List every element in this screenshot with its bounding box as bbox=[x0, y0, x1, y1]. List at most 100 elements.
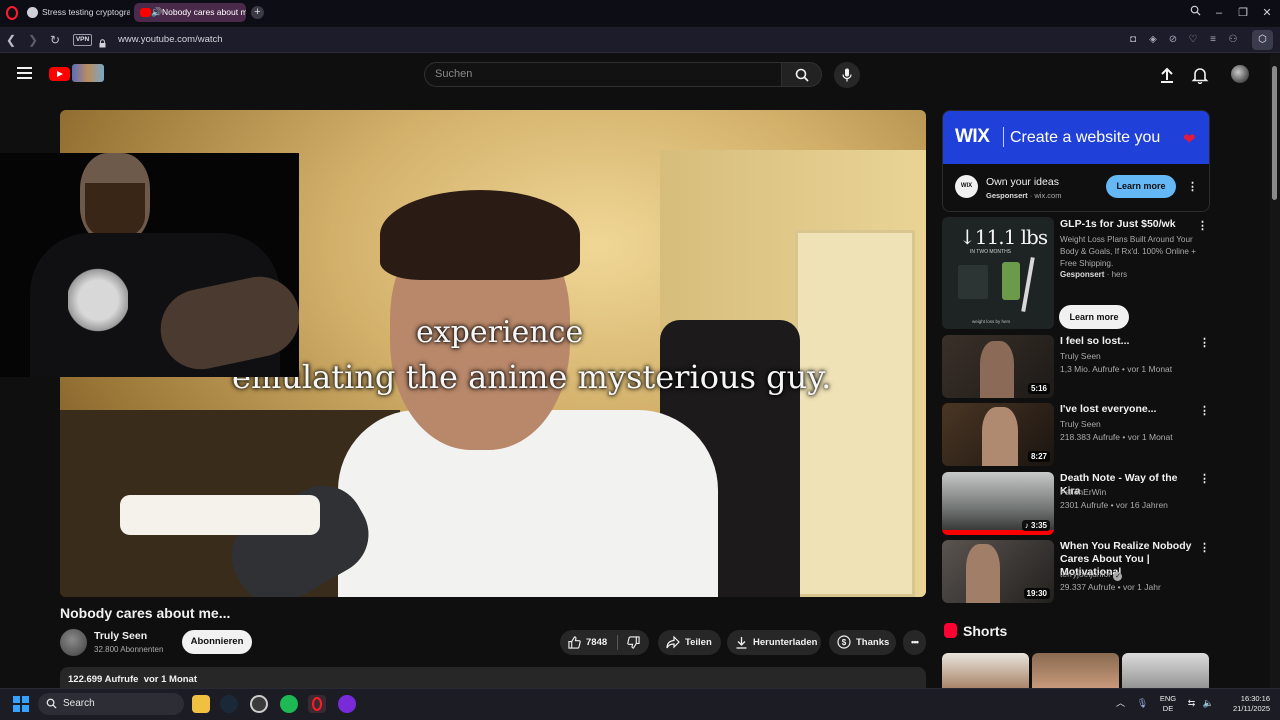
account-avatar[interactable] bbox=[1231, 65, 1249, 83]
speaker-icon[interactable]: 🔊 bbox=[151, 3, 162, 22]
notifications-bell-icon[interactable] bbox=[1191, 66, 1209, 85]
video-views: 1,3 Mio. Aufrufe bbox=[1060, 364, 1120, 374]
view-count: 122.699 Aufrufe bbox=[68, 674, 139, 685]
more-actions-icon[interactable]: ••• bbox=[903, 630, 926, 655]
reload-icon[interactable]: ↻ bbox=[47, 32, 63, 48]
download-button[interactable]: Herunterladen bbox=[727, 630, 821, 655]
back-icon[interactable]: ❮ bbox=[3, 32, 19, 48]
forward-icon[interactable]: ❯ bbox=[25, 32, 41, 48]
share-button[interactable]: Teilen bbox=[658, 630, 721, 655]
new-tab-button[interactable]: + bbox=[251, 6, 264, 19]
more-options-icon[interactable]: ⋮ bbox=[1199, 336, 1210, 350]
wix-ad-banner[interactable]: WIX Create a website you ❤ bbox=[943, 111, 1209, 164]
wix-learn-more-button[interactable]: Learn more bbox=[1106, 175, 1176, 198]
vpn-badge[interactable]: VPN bbox=[73, 34, 92, 46]
more-options-icon[interactable]: ⋮ bbox=[1199, 472, 1210, 486]
voice-search-button[interactable] bbox=[834, 62, 860, 88]
more-options-icon[interactable]: ⋮ bbox=[1197, 219, 1208, 233]
video-title-link[interactable]: I feel so lost... bbox=[1060, 335, 1195, 348]
video-duration: 8:27 bbox=[1027, 451, 1050, 462]
lock-icon[interactable] bbox=[99, 35, 106, 48]
scrollbar-thumb[interactable] bbox=[1272, 66, 1277, 200]
channel-name[interactable]: Truly Seen bbox=[94, 630, 147, 642]
video-channel[interactable]: Truly Seen bbox=[1060, 419, 1101, 429]
github-desktop-icon[interactable] bbox=[250, 695, 268, 713]
video-thumbnail[interactable]: ♪ 3:35 bbox=[942, 472, 1054, 535]
restore-icon[interactable]: ❐ bbox=[1235, 5, 1251, 21]
glp-ad-title[interactable]: GLP-1s for Just $50/wk bbox=[1060, 218, 1176, 230]
volume-icon[interactable]: 🔈 bbox=[1202, 697, 1215, 710]
tab-stress-testing[interactable]: Stress testing cryptograph bbox=[20, 3, 130, 22]
close-window-icon[interactable]: ✕ bbox=[1259, 5, 1275, 21]
youtube-logo-icon[interactable] bbox=[49, 67, 70, 81]
glp-vial-icon bbox=[1002, 262, 1020, 300]
windows-start-icon[interactable] bbox=[13, 696, 29, 712]
more-options-icon[interactable]: ⋮ bbox=[1187, 180, 1198, 194]
network-icon[interactable]: ⇆ bbox=[1185, 697, 1198, 710]
extensions-icon[interactable]: ⬡ bbox=[1252, 30, 1273, 50]
thanks-button[interactable]: $ Thanks bbox=[829, 630, 896, 655]
glp-ad-thumbnail[interactable]: ↓11.1 lbs IN TWO MONTHS weight loss by h… bbox=[942, 217, 1054, 329]
adblock-icon[interactable]: ⊘ bbox=[1166, 33, 1180, 47]
video-thumbnail[interactable]: 19:30 bbox=[942, 540, 1054, 603]
youtube-doodle-logo[interactable] bbox=[72, 64, 104, 82]
heart-icon[interactable]: ♡ bbox=[1186, 33, 1200, 47]
video-thumbnail[interactable]: 5:16 bbox=[942, 335, 1054, 398]
video-age: vor 1 Monat bbox=[1127, 432, 1173, 442]
glp-ad-meta: Gesponsert · hers bbox=[1060, 270, 1128, 279]
more-options-icon[interactable]: ⋮ bbox=[1199, 541, 1210, 555]
steam-icon[interactable] bbox=[220, 695, 238, 713]
video-age: vor 1 Jahr bbox=[1123, 582, 1161, 592]
menu-list-icon[interactable]: ≡ bbox=[1206, 33, 1220, 47]
video-channel[interactable]: terryjoeljunior ✓ bbox=[1060, 569, 1123, 581]
heart-icon: ❤ bbox=[1183, 131, 1196, 148]
short-thumbnail[interactable] bbox=[1032, 653, 1119, 693]
thumbs-down-icon[interactable] bbox=[627, 636, 640, 649]
spotify-icon[interactable] bbox=[280, 695, 298, 713]
video-channel[interactable]: Truly Seen bbox=[1060, 351, 1101, 361]
more-options-icon[interactable]: ⋮ bbox=[1199, 404, 1210, 418]
video-thumbnail[interactable]: 8:27 bbox=[942, 403, 1054, 466]
video-views: 29.337 Aufrufe bbox=[1060, 582, 1116, 592]
file-explorer-icon[interactable] bbox=[192, 695, 210, 713]
search-button[interactable] bbox=[781, 62, 822, 87]
search-input[interactable]: Suchen bbox=[424, 62, 782, 87]
language-primary: ENG bbox=[1159, 694, 1177, 703]
video-channel[interactable]: FallenErWin bbox=[1060, 487, 1106, 497]
search-tabs-icon[interactable] bbox=[1187, 5, 1203, 21]
search-icon bbox=[795, 68, 809, 82]
app-purple-icon[interactable] bbox=[338, 695, 356, 713]
wix-avatar[interactable]: WIX bbox=[955, 175, 978, 198]
channel-avatar[interactable] bbox=[60, 629, 87, 656]
url-field[interactable]: www.youtube.com/watch bbox=[118, 34, 223, 45]
glp-thumb-footer: weight loss by hers bbox=[972, 319, 1011, 324]
thumbs-up-icon[interactable] bbox=[568, 636, 581, 649]
glp-advertiser: hers bbox=[1111, 270, 1128, 279]
short-thumbnail[interactable] bbox=[942, 653, 1029, 693]
tab-nobody-cares[interactable]: 🔊 Nobody cares about m bbox=[134, 3, 246, 22]
wix-ad-headline[interactable]: Own your ideas bbox=[986, 176, 1059, 188]
system-clock[interactable]: 16:30:16 21/11/2025 bbox=[1226, 694, 1270, 714]
tab-label: Stress testing cryptograph bbox=[42, 7, 130, 17]
upload-date: vor 1 Monat bbox=[143, 674, 197, 685]
camera-icon[interactable]: ◘ bbox=[1126, 33, 1140, 47]
video-title-link[interactable]: I've lost everyone... bbox=[1060, 403, 1195, 416]
microphone-tray-icon[interactable]: 🎙 bbox=[1136, 697, 1149, 710]
glp-learn-more-button[interactable]: Learn more bbox=[1059, 305, 1129, 329]
shield-icon[interactable]: ◈ bbox=[1146, 33, 1160, 47]
upload-icon[interactable] bbox=[1158, 66, 1176, 84]
subscribe-button[interactable]: Abonnieren bbox=[182, 630, 252, 654]
opera-logo-icon[interactable] bbox=[6, 6, 18, 20]
wix-ad[interactable]: WIX Create a website you ❤ WIX Own your … bbox=[942, 110, 1210, 212]
profile-icon[interactable]: ⚇ bbox=[1226, 33, 1240, 47]
minimize-icon[interactable]: – bbox=[1211, 5, 1227, 21]
language-indicator[interactable]: ENG DE bbox=[1157, 694, 1179, 714]
opera-taskbar-icon[interactable] bbox=[308, 695, 326, 713]
like-count[interactable]: 7848 bbox=[586, 630, 607, 655]
video-title: Nobody cares about me... bbox=[60, 605, 231, 621]
hamburger-menu-icon[interactable] bbox=[17, 67, 32, 79]
taskbar-search[interactable]: Search bbox=[38, 693, 184, 715]
short-thumbnail[interactable] bbox=[1122, 653, 1209, 693]
tray-chevron-icon[interactable]: ︿ bbox=[1114, 697, 1127, 710]
video-person-hair bbox=[380, 190, 580, 280]
